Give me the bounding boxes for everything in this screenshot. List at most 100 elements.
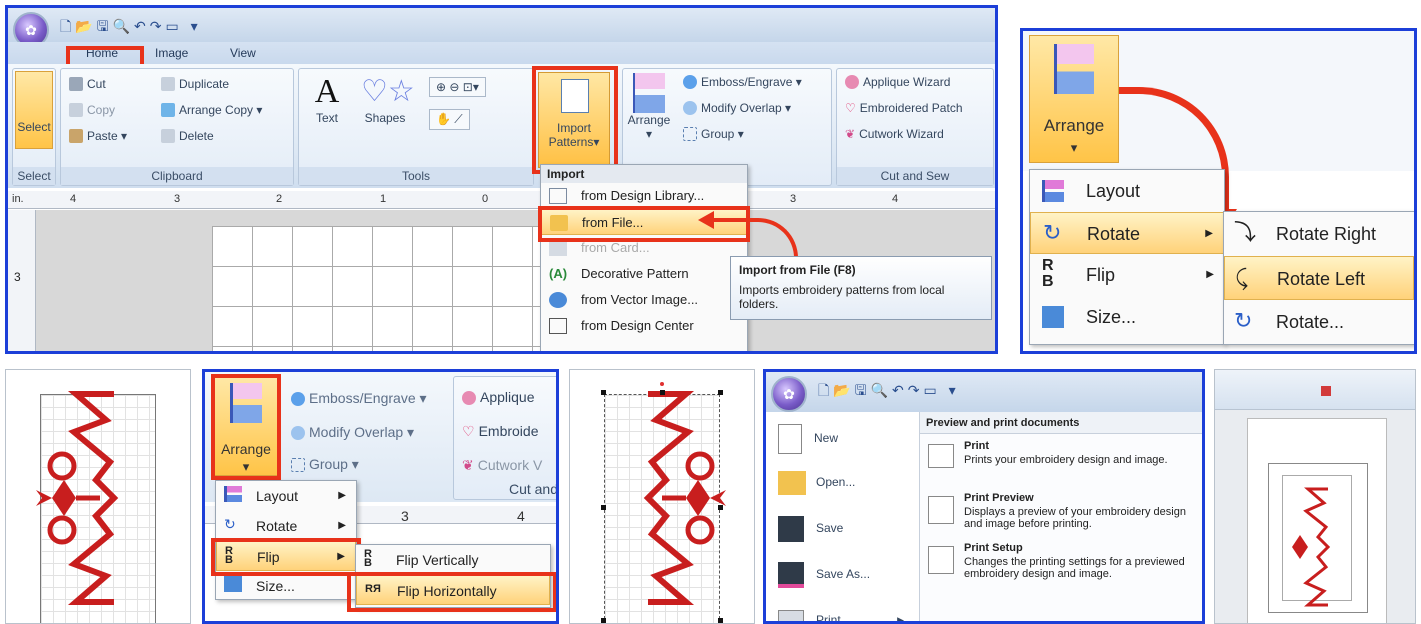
menu-item-rotate-right[interactable]: ⤵ Rotate Right (1224, 212, 1414, 256)
applique-wizard-button[interactable]: Applique Wizard (845, 75, 950, 89)
menu-item-flip[interactable]: R B Flip ▶ (216, 541, 356, 571)
delete-button[interactable]: Delete (161, 129, 214, 143)
ruler-tick: 4 (517, 508, 525, 524)
selection-handle (601, 618, 606, 623)
submenu-arrow-icon: ▶ (337, 551, 345, 562)
select-button[interactable]: Select (15, 71, 53, 149)
menu-save-as[interactable]: Save As... (778, 556, 870, 592)
group-clipboard: Cut Copy Paste ▾ Duplicate Arrange Copy … (60, 68, 294, 186)
group-icon (683, 127, 697, 141)
design-page-grid[interactable] (212, 226, 542, 351)
delete-icon (161, 129, 175, 143)
cutwork-button[interactable]: ❦ Cutwork V (462, 457, 542, 474)
print-entry[interactable]: Print Prints your embroidery design and … (926, 440, 1196, 486)
new-document-icon (778, 423, 802, 454)
copy-button[interactable]: Copy (69, 103, 115, 117)
tab-image[interactable]: Image (155, 46, 188, 60)
menu-item-from-vector-image[interactable]: from Vector Image... (541, 287, 747, 313)
embroidered-patch-button[interactable]: ♡ Embroide (462, 423, 538, 440)
paste-button[interactable]: Paste ▾ (69, 129, 127, 143)
size-icon (224, 576, 242, 592)
size-icon (1042, 306, 1064, 328)
vertical-ruler-tick: 3 (14, 270, 21, 284)
arrange-button[interactable]: Arrange ▾ (1029, 35, 1119, 163)
print-setup-entry[interactable]: Print Setup Changes the printing setting… (926, 542, 1196, 588)
arrange-copy-button[interactable]: Arrange Copy ▾ (161, 103, 262, 117)
quick-access-icons[interactable]: 🗋📂🖫🔍↶↷▭ ▾ (60, 16, 202, 40)
menu-item-flip[interactable]: R B Flip ▶ (1030, 254, 1224, 296)
print-preview-entry[interactable]: Print Preview Displays a preview of your… (926, 492, 1196, 538)
submenu-arrow-icon: ▶ (1205, 228, 1213, 239)
panel-application-menu: ✿ 🗋📂🖫🔍↶↷▭ ▾ New Open... Save Save As... … (763, 369, 1205, 624)
menu-item-rotate[interactable]: ↻ Rotate ▶ (1030, 212, 1224, 254)
arrange-menu: Layout ▶ ↻ Rotate ▶ R B Flip ▶ Size... (215, 480, 357, 600)
menu-item-rotate[interactable]: ↻ Rotate ▶ (216, 511, 356, 541)
ribbon-home: Select Select Cut Copy Paste ▾ Duplicate… (8, 64, 995, 188)
layout-icon (224, 486, 242, 502)
group-label-clipboard: Clipboard (61, 167, 293, 185)
gear-document-icon (928, 546, 954, 574)
modify-overlap-button[interactable]: Modify Overlap ▾ (291, 424, 414, 441)
panel-arrange-flip: Arrange ▾ Emboss/Engrave ▾ Modify Overla… (202, 369, 559, 624)
tab-home[interactable]: Home (86, 46, 118, 60)
applique-button[interactable]: Applique (462, 389, 535, 405)
panel-design-flipped (569, 369, 755, 624)
menu-item-layout[interactable]: Layout ▶ (216, 481, 356, 511)
menu-item-size[interactable]: Size... (216, 571, 356, 601)
pan-tools[interactable]: ✋ ⟋ (429, 109, 470, 130)
modify-overlap-button[interactable]: Modify Overlap ▾ (683, 101, 791, 115)
menu-new[interactable]: New (778, 420, 838, 456)
arrange-icon (633, 73, 665, 113)
duplicate-button[interactable]: Duplicate (161, 77, 229, 91)
quick-access-icons[interactable]: 🗋📂🖫🔍↶↷▭ ▾ (818, 380, 960, 404)
arrange-button[interactable]: Arrange ▾ (627, 73, 671, 141)
menu-item-flip-horizontally[interactable]: RЯ Flip Horizontally (356, 575, 550, 605)
panel-design-original (5, 369, 191, 624)
duplicate-icon (161, 77, 175, 91)
flip-icon: RB (225, 545, 233, 566)
scroll-top (685, 451, 715, 481)
application-orb-icon[interactable]: ✿ (771, 376, 807, 412)
menu-item-flip-vertically[interactable]: R B Flip Vertically (356, 545, 550, 575)
paste-icon (69, 129, 83, 143)
text-button[interactable]: A Text (309, 73, 345, 125)
cut-button[interactable]: Cut (69, 77, 106, 91)
embroidered-patch-button[interactable]: ♡ Embroidered Patch (845, 101, 963, 115)
magnifier-icon (928, 496, 954, 524)
import-patterns-button[interactable]: Import Patterns▾ (538, 72, 610, 168)
quick-access-toolbar: ✿ 🗋📂🖫🔍↶↷▭ ▾ (8, 8, 995, 48)
ruler-tick: 4 (892, 193, 899, 205)
design-library-icon (549, 188, 567, 204)
menu-item-from-design-center[interactable]: from Design Center (541, 313, 747, 339)
selection-handle (718, 390, 723, 395)
group-button[interactable]: Group ▾ (291, 456, 359, 473)
shapes-button[interactable]: ♡☆ Shapes (361, 73, 415, 125)
group-cut-and-sew: Applique ♡ Embroide ❦ Cutwork V Cut and (453, 376, 556, 500)
panel-print-preview (1214, 369, 1416, 624)
emboss-engrave-button[interactable]: Emboss/Engrave ▾ (683, 75, 802, 89)
menu-item-size[interactable]: Size... (1030, 296, 1224, 338)
menu-print[interactable]: Print ▶ (778, 602, 908, 621)
emboss-icon (683, 75, 697, 89)
menu-item-from-design-library[interactable]: from Design Library... (541, 183, 747, 209)
arrange-button[interactable]: Arrange ▾ (213, 376, 279, 476)
mini-close-icon[interactable] (1321, 386, 1331, 396)
rotate-icon: ↻ (1234, 308, 1253, 333)
group-button[interactable]: Group ▾ (683, 127, 744, 141)
emboss-engrave-button[interactable]: Emboss/Engrave ▾ (291, 390, 427, 407)
tab-view[interactable]: View (230, 46, 256, 60)
zoom-tools[interactable]: ⊕ ⊖ ⊡▾ (429, 77, 486, 97)
menu-item-layout[interactable]: Layout (1030, 170, 1224, 212)
menu-item-rotate-left[interactable]: ⤹ Rotate Left (1224, 256, 1414, 300)
arrange-menu: Layout ↻ Rotate ▶ R B Flip ▶ Size... (1029, 169, 1225, 345)
submenu-arrow-icon: ▶ (338, 520, 346, 531)
cutwork-icon: ❦ (845, 127, 856, 141)
menu-item-rotate-custom[interactable]: ↻ Rotate... (1224, 300, 1414, 344)
menu-open[interactable]: Open... (778, 464, 855, 500)
menu-save[interactable]: Save (778, 510, 843, 546)
vertical-ruler: 3 (8, 210, 36, 351)
mini-ribbon (1215, 370, 1415, 410)
app-menu-left: New Open... Save Save As... Print ▶ (766, 412, 920, 621)
cutwork-wizard-button[interactable]: ❦ Cutwork Wizard (845, 127, 944, 141)
horizontal-ruler: in. 4 3 2 1 0 3 4 (8, 191, 995, 209)
